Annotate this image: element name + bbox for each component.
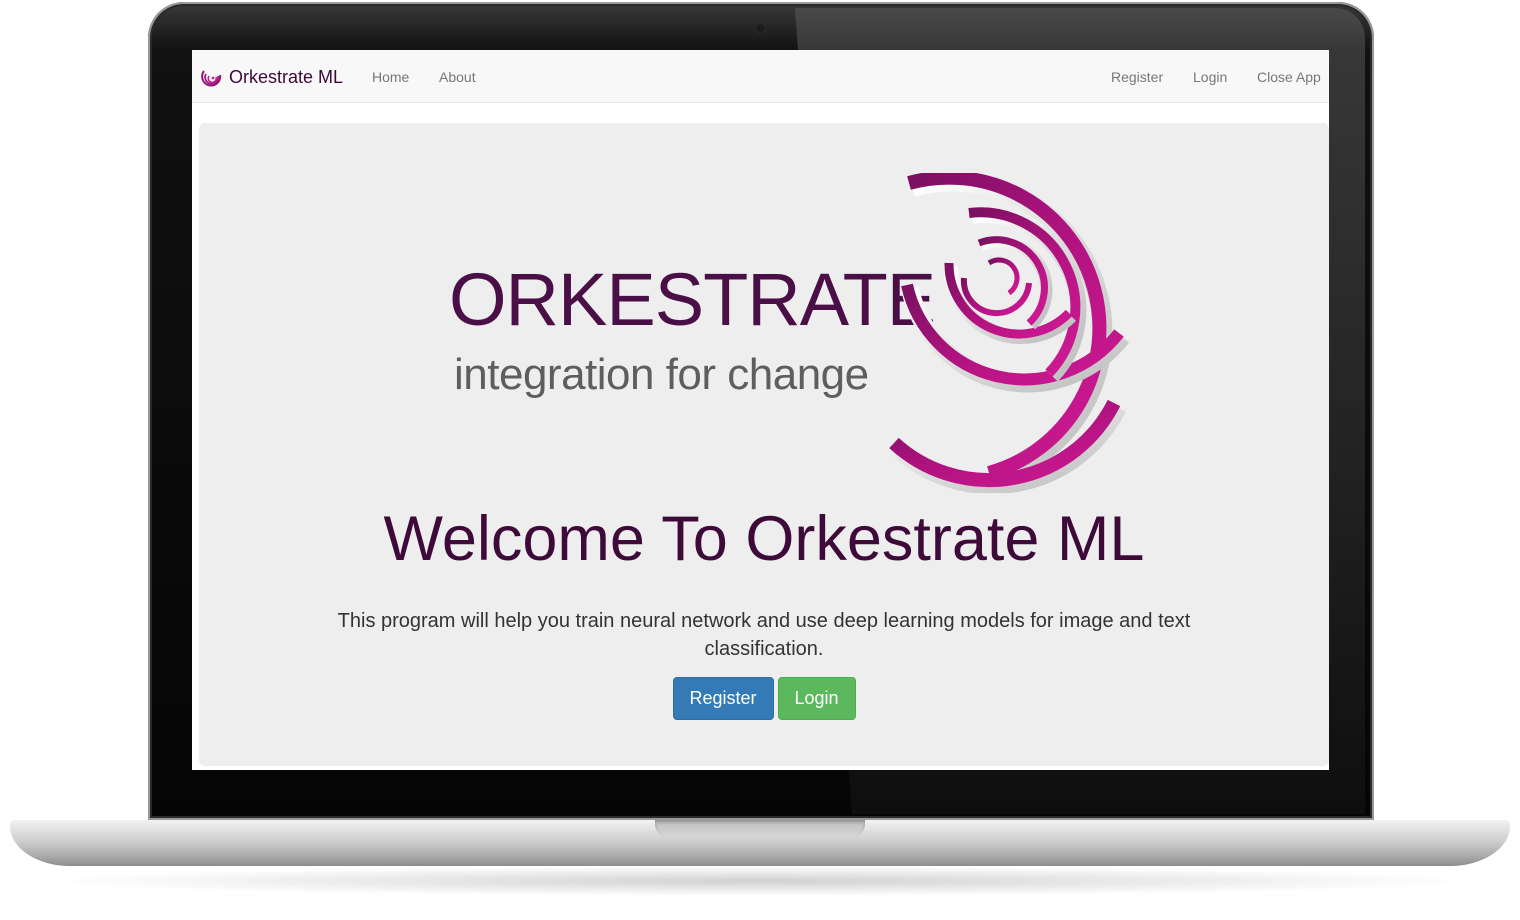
brand-name: Orkestrate ML (229, 66, 344, 87)
laptop-opening-notch (655, 820, 865, 838)
navbar-brand[interactable]: Orkestrate ML (200, 64, 343, 90)
nav-login-link[interactable]: Login (1193, 69, 1227, 85)
nav-register-link[interactable]: Register (1111, 69, 1163, 85)
logo-swirl-icon (889, 173, 1130, 493)
laptop-mockup: Orkestrate ML Home About Register Login … (0, 0, 1520, 920)
hero-description: This program will help you train neural … (337, 610, 1191, 660)
orkestrate-logo: ORKESTRATE integration for change (449, 173, 1169, 493)
login-button[interactable]: Login (777, 677, 856, 720)
laptop-shadow (40, 866, 1480, 896)
hero-button-group: Register Login (199, 677, 1329, 720)
app-screen: Orkestrate ML Home About Register Login … (192, 50, 1329, 770)
hero-jumbotron: ORKESTRATE integration for change Welcom… (199, 123, 1329, 766)
nav-about-link[interactable]: About (439, 69, 476, 85)
webcam-icon (755, 23, 766, 34)
nav-home-link[interactable]: Home (372, 69, 409, 85)
orkestrate-logo-icon (201, 70, 222, 87)
register-button[interactable]: Register (672, 677, 774, 720)
welcome-heading: Welcome To Orkestrate ML (383, 504, 1145, 574)
nav-close-app-link[interactable]: Close App (1257, 69, 1321, 85)
navbar: Orkestrate ML Home About Register Login … (192, 50, 1329, 103)
logo-tagline: integration for change (454, 350, 869, 399)
